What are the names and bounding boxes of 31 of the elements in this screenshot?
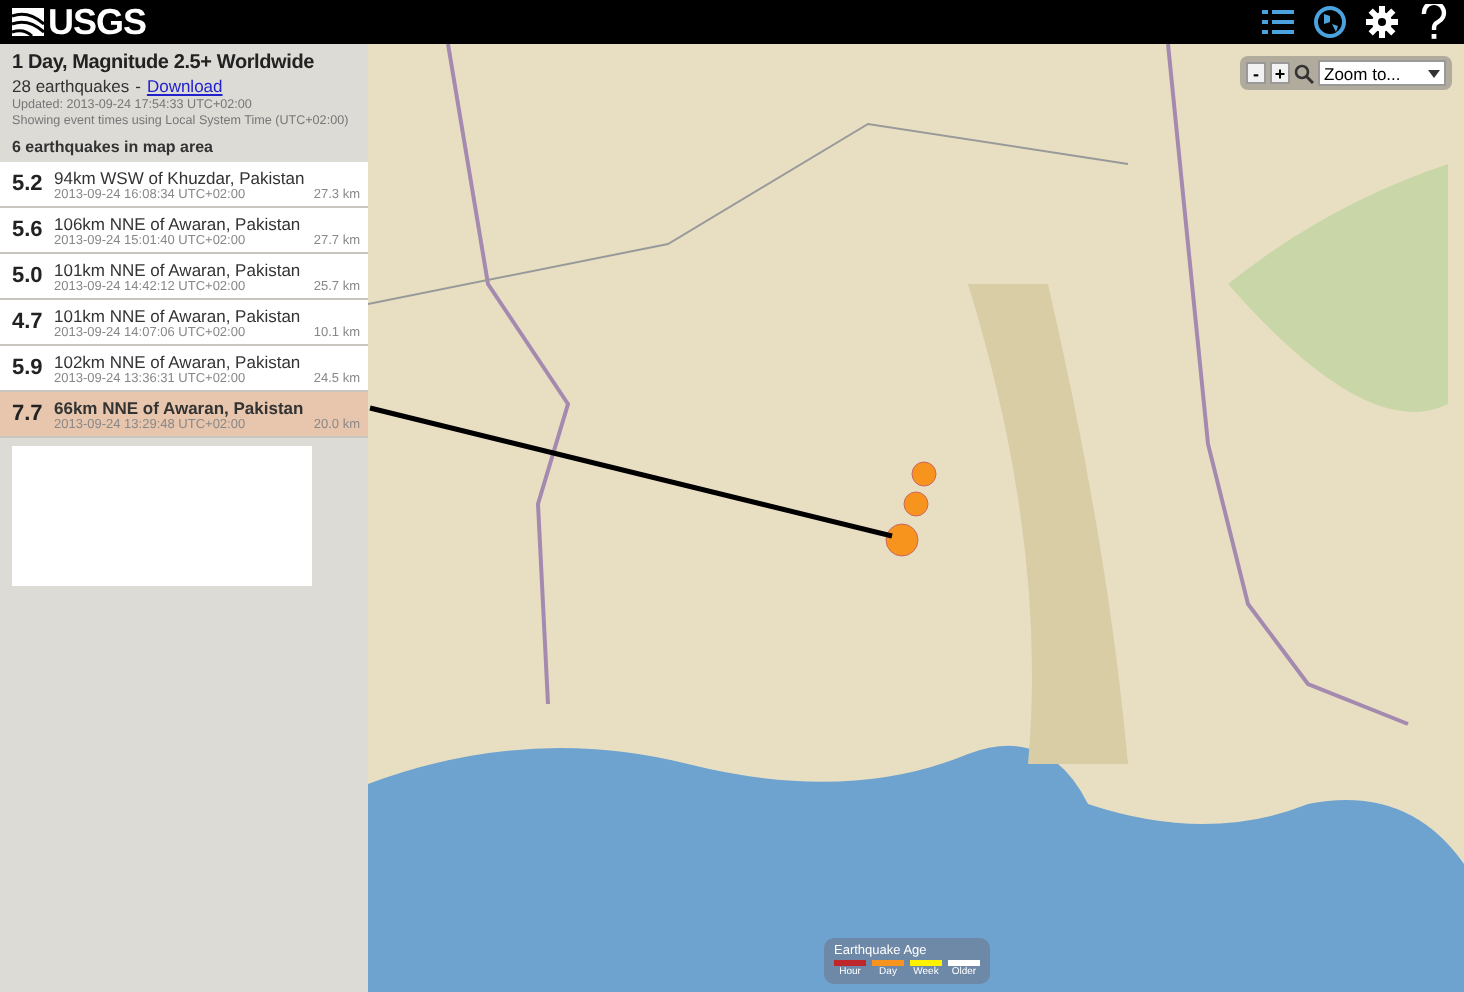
help-icon[interactable] [1416, 4, 1452, 40]
zoom-in-button[interactable]: + [1270, 62, 1290, 84]
place-name: 101km NNE of Awaran, Pakistan [54, 305, 303, 325]
place-name: 102km NNE of Awaran, Pakistan [54, 351, 303, 371]
place-name: 66km NNE of Awaran, Pakistan [54, 397, 306, 417]
magnitude: 5.2 [12, 172, 44, 196]
logo-text: USGS [48, 1, 147, 43]
earthquake-marker[interactable] [903, 491, 929, 517]
earthquake-count: 28 earthquakes [12, 76, 130, 96]
magnitude: 5.0 [12, 264, 44, 288]
place-name: 101km NNE of Awaran, Pakistan [54, 259, 303, 279]
search-icon [1294, 63, 1314, 83]
zoom-out-button[interactable]: - [1246, 62, 1266, 84]
list-icon[interactable] [1260, 4, 1296, 40]
feed-title: 1 Day, Magnitude 2.5+ Worldwide [12, 52, 316, 74]
download-link[interactable]: Download [146, 76, 223, 96]
globe-icon[interactable] [1312, 4, 1348, 40]
magnitude: 5.9 [12, 356, 44, 380]
separator-text: - [135, 76, 141, 96]
place-name: 106km NNE of Awaran, Pakistan [54, 213, 303, 233]
place-name: 94km WSW of Khuzdar, Pakistan [54, 167, 307, 187]
magnitude: 7.7 [12, 402, 44, 426]
earthquake-marker[interactable] [911, 461, 937, 487]
zoom-select[interactable]: Zoom to... [1318, 60, 1446, 86]
caret-icon [1428, 69, 1440, 77]
magnitude: 4.7 [12, 310, 44, 334]
magnitude: 5.6 [12, 218, 44, 242]
earthquake-marker[interactable] [885, 523, 919, 557]
logo-icon [12, 8, 44, 36]
settings-icon[interactable] [1364, 4, 1400, 40]
map-count: 6 earthquakes in map area [12, 138, 215, 156]
